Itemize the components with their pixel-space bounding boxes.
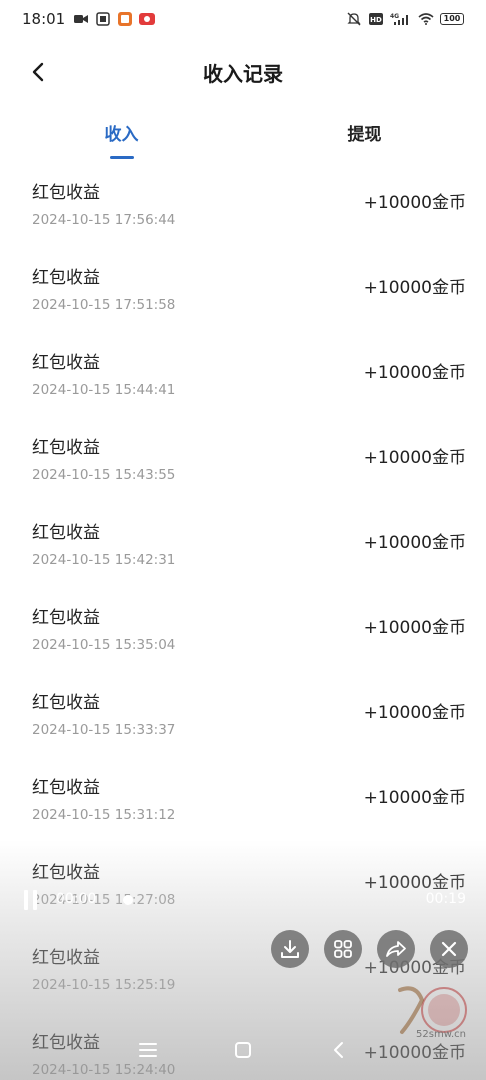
home-square-icon: [234, 1042, 251, 1058]
record-amount: +10000金币: [363, 788, 466, 808]
svg-text:4G: 4G: [390, 13, 399, 20]
home-button[interactable]: [228, 1035, 258, 1065]
download-icon: [281, 940, 299, 958]
record-title: 红包收益: [32, 268, 100, 288]
tab-withdraw[interactable]: 提现: [243, 110, 486, 160]
record-time: 2024-10-15 15:25:19: [32, 977, 176, 993]
tab-label: 提现: [347, 125, 382, 145]
app-notification-icon: [139, 12, 156, 26]
share-icon: [386, 941, 406, 957]
record-time: 2024-10-15 15:33:37: [32, 722, 176, 738]
recent-apps-button[interactable]: [133, 1035, 163, 1065]
record-amount: +10000金币: [363, 363, 466, 383]
system-back-button[interactable]: [323, 1035, 353, 1065]
progress-handle[interactable]: [123, 895, 133, 905]
menu-icon: [138, 1043, 157, 1057]
record-title: 红包收益: [32, 778, 100, 798]
close-button[interactable]: [430, 930, 468, 968]
list-item: 红包收益 2024-10-15 17:56:44 +10000金币: [0, 168, 486, 253]
mute-icon: [346, 12, 362, 26]
record-time: 2024-10-15 17:56:44: [32, 212, 176, 228]
record-title: 红包收益: [32, 183, 100, 203]
record-time: 2024-10-15 15:35:04: [32, 637, 176, 653]
current-time: 00:00: [56, 891, 97, 907]
list-item: 红包收益 2024-10-15 15:31:12 +10000金币: [0, 763, 486, 848]
record-title: 红包收益: [32, 438, 100, 458]
back-arrow-icon: [334, 1042, 344, 1058]
total-time: 00:19: [425, 891, 466, 907]
pause-icon: [33, 890, 37, 910]
chevron-left-icon: [32, 62, 44, 82]
status-left-icons: [73, 12, 156, 26]
record-amount: +10000金币: [363, 618, 466, 638]
back-button[interactable]: [24, 58, 52, 86]
tab-bar: 收入 提现: [0, 110, 486, 160]
record-title: 红包收益: [32, 523, 100, 543]
tab-label: 收入: [104, 125, 139, 145]
app-notification-icon: [117, 12, 133, 26]
hd-icon: HD: [368, 12, 384, 26]
app-notification-icon: [95, 12, 111, 26]
record-time: 2024-10-15 15:43:55: [32, 467, 176, 483]
record-time: 2024-10-15 15:44:41: [32, 382, 176, 398]
wifi-icon: [418, 12, 434, 26]
record-amount: +10000金币: [363, 533, 466, 553]
list-item: 红包收益 2024-10-15 17:51:58 +10000金币: [0, 253, 486, 338]
record-title: 红包收益: [32, 608, 100, 628]
list-item: 红包收益 2024-10-15 15:44:41 +10000金币: [0, 338, 486, 423]
download-button[interactable]: [271, 930, 309, 968]
tab-income[interactable]: 收入: [0, 110, 243, 160]
pause-button[interactable]: [24, 890, 40, 910]
page-title: 收入记录: [203, 61, 283, 86]
record-title: 红包收益: [32, 353, 100, 373]
list-item: 红包收益 2024-10-15 15:42:31 +10000金币: [0, 508, 486, 593]
record-amount: +10000金币: [363, 448, 466, 468]
record-amount: +10000金币: [363, 703, 466, 723]
list-item: 红包收益 2024-10-15 15:43:55 +10000金币: [0, 423, 486, 508]
battery-icon: 100: [440, 13, 464, 25]
record-amount: +10000金币: [363, 193, 466, 213]
page-header: 收入记录: [0, 46, 486, 98]
list-item: 红包收益 2024-10-15 15:35:04 +10000金币: [0, 593, 486, 678]
close-icon: [441, 941, 457, 957]
status-bar: 18:01 HD 4G 100: [0, 0, 486, 38]
record-title: 红包收益: [32, 693, 100, 713]
pause-icon: [24, 890, 28, 910]
record-title: 红包收益: [32, 948, 100, 968]
record-title: 红包收益: [32, 863, 100, 883]
video-camera-icon: [73, 12, 89, 26]
grid-icon: [334, 940, 352, 958]
video-action-buttons: [271, 930, 468, 968]
tab-active-indicator: [109, 156, 134, 159]
svg-text:HD: HD: [370, 16, 382, 24]
system-navigation-bar: [0, 1020, 486, 1080]
share-button[interactable]: [377, 930, 415, 968]
record-time: 2024-10-15 15:31:12: [32, 807, 176, 823]
cellular-signal-icon: 4G: [390, 12, 412, 26]
record-time: 2024-10-15 17:51:58: [32, 297, 176, 313]
video-progress-bar[interactable]: 00:00 00:19: [0, 888, 486, 912]
record-amount: +10000金币: [363, 278, 466, 298]
record-time: 2024-10-15 15:42:31: [32, 552, 176, 568]
status-right-icons: HD 4G 100: [346, 12, 464, 26]
grid-button[interactable]: [324, 930, 362, 968]
list-item: 红包收益 2024-10-15 15:33:37 +10000金币: [0, 678, 486, 763]
status-time: 18:01: [22, 10, 66, 28]
